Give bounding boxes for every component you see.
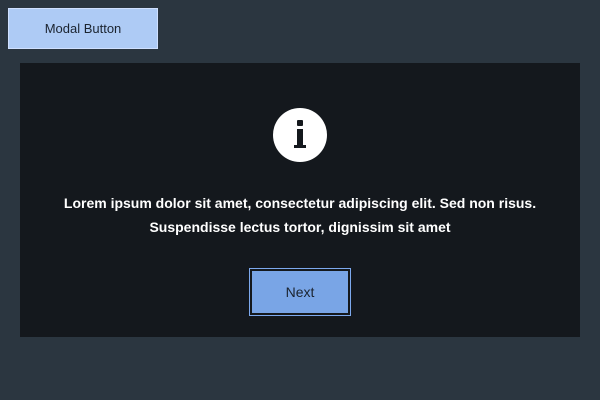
next-button-label: Next: [252, 271, 348, 313]
modal-button[interactable]: Modal Button: [8, 8, 158, 49]
modal-message: Lorem ipsum dolor sit amet, consectetur …: [63, 195, 537, 235]
modal-dialog: Lorem ipsum dolor sit amet, consectetur …: [20, 63, 580, 337]
next-button[interactable]: Next: [249, 268, 351, 316]
info-icon-foot: [294, 145, 306, 148]
info-icon: [273, 108, 327, 162]
info-icon-dot: [297, 120, 303, 126]
page: Modal Button Lorem ipsum dolor sit amet,…: [0, 0, 600, 400]
